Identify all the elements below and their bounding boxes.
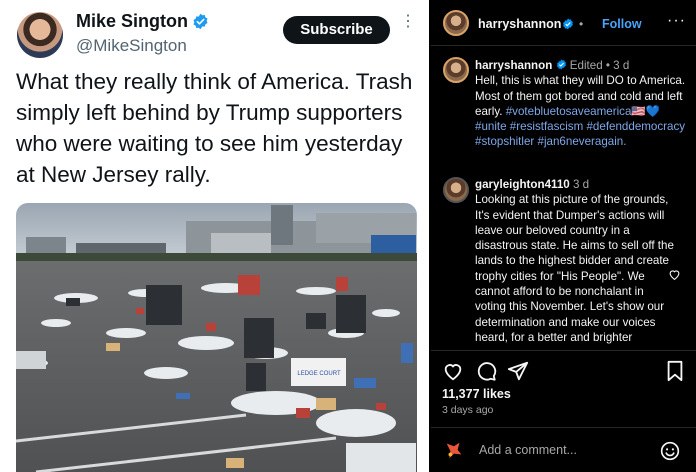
tweet-screenshot: Mike Sington @MikeSington Subscribe ⋮ Wh… xyxy=(0,0,429,472)
caption-username[interactable]: harryshannon xyxy=(475,59,552,72)
caption-avatar[interactable] xyxy=(443,57,469,83)
comment-text: Looking at this picture of the grounds, … xyxy=(475,193,674,344)
smiley-icon[interactable] xyxy=(660,441,680,461)
poster-username[interactable]: harryshannon xyxy=(478,17,561,31)
post-time[interactable]: 3 days ago xyxy=(442,404,493,416)
tweet-text: What they really think of America. Trash… xyxy=(16,69,413,187)
caption-hashtags[interactable]: #votebluetosaveamerica🇺🇸💙 #unite #resist… xyxy=(475,105,685,149)
verified-icon xyxy=(563,18,573,30)
header-separator: • xyxy=(579,17,584,31)
poster-avatar[interactable] xyxy=(443,10,469,36)
bus-sign: LEDGE COURT xyxy=(297,371,341,377)
author-name[interactable]: Mike Sington xyxy=(76,11,188,32)
author-handle[interactable]: @MikeSington xyxy=(76,36,187,56)
post-header: harryshannon • Follow ··· xyxy=(431,0,696,46)
comment-icon[interactable] xyxy=(475,360,497,382)
trash-lot-image: LEDGE COURT xyxy=(16,203,417,472)
caption: harryshannon Edited • 3 d Hell, this is … xyxy=(475,58,689,150)
instagram-panel: harryshannon • Follow ··· harryshannon E… xyxy=(431,0,696,472)
verified-icon xyxy=(556,59,566,70)
verified-badge-icon xyxy=(193,13,208,30)
add-comment-input[interactable]: Add a comment... xyxy=(479,443,577,457)
bookmark-icon[interactable] xyxy=(665,360,685,382)
commenter-username[interactable]: garyleighton4110 xyxy=(475,178,570,191)
subscribe-button[interactable]: Subscribe xyxy=(283,16,390,44)
comment: garyleighton4110 3 d Looking at this pic… xyxy=(475,177,675,345)
more-options-icon[interactable]: ··· xyxy=(667,12,686,30)
actions-divider xyxy=(431,350,696,351)
likes-count[interactable]: 11,377 likes xyxy=(442,387,511,401)
heart-icon[interactable] xyxy=(442,360,464,382)
follow-button[interactable]: Follow xyxy=(602,17,642,31)
author-avatar[interactable] xyxy=(17,12,63,58)
comment-divider xyxy=(431,427,696,428)
emoji-icon[interactable] xyxy=(443,438,465,460)
comment-meta: 3 d xyxy=(572,178,590,191)
more-options-icon[interactable]: ⋮ xyxy=(400,14,416,42)
commenter-avatar[interactable] xyxy=(443,177,469,203)
comment-like-icon[interactable] xyxy=(668,268,681,281)
caption-meta: Edited • 3 d xyxy=(569,59,630,72)
tweet-photo[interactable]: LEDGE COURT xyxy=(16,203,417,472)
share-icon[interactable] xyxy=(507,360,529,382)
